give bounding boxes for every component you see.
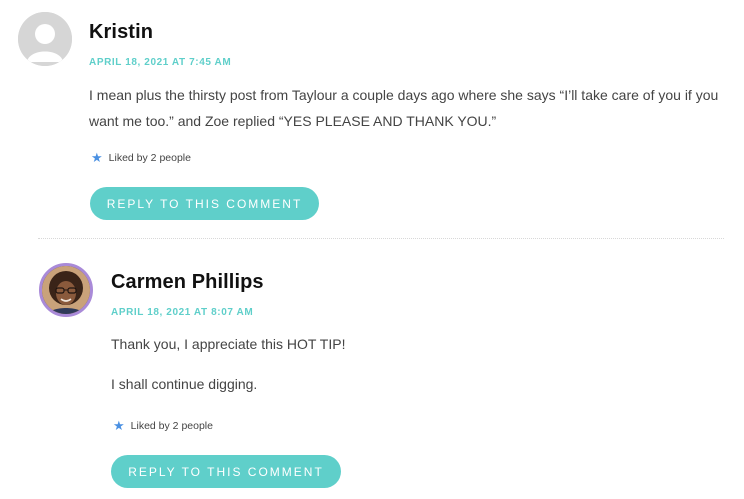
likes-indicator: ★ Liked by 2 people: [113, 419, 213, 432]
avatar[interactable]: [39, 263, 93, 317]
comment-author[interactable]: Kristin: [89, 21, 153, 44]
comment-divider: [38, 238, 724, 239]
likes-indicator: ★ Liked by 2 people: [91, 151, 191, 164]
reply-button[interactable]: REPLY TO THIS COMMENT: [111, 455, 341, 488]
comment-date[interactable]: APRIL 18, 2021 AT 8:07 AM: [111, 307, 253, 318]
comment-author[interactable]: Carmen Phillips: [111, 271, 264, 294]
comment-paragraph: I mean plus the thirsty post from Taylou…: [89, 87, 719, 129]
avatar[interactable]: [18, 12, 72, 66]
likes-text[interactable]: Liked by 2 people: [109, 152, 191, 164]
comment-text: Thank you, I appreciate this HOT TIP! I …: [111, 331, 741, 397]
star-icon: ★: [91, 150, 103, 165]
reply-button[interactable]: REPLY TO THIS COMMENT: [90, 187, 319, 220]
likes-text[interactable]: Liked by 2 people: [131, 420, 213, 432]
user-photo-avatar: [42, 266, 90, 314]
star-icon: ★: [113, 418, 125, 433]
comment-paragraph: I shall continue digging.: [111, 376, 258, 392]
comment-date[interactable]: APRIL 18, 2021 AT 7:45 AM: [89, 57, 231, 68]
comment-text: I mean plus the thirsty post from Taylou…: [89, 82, 719, 134]
default-user-avatar-icon: [18, 12, 72, 66]
comment-paragraph: Thank you, I appreciate this HOT TIP!: [111, 336, 346, 352]
